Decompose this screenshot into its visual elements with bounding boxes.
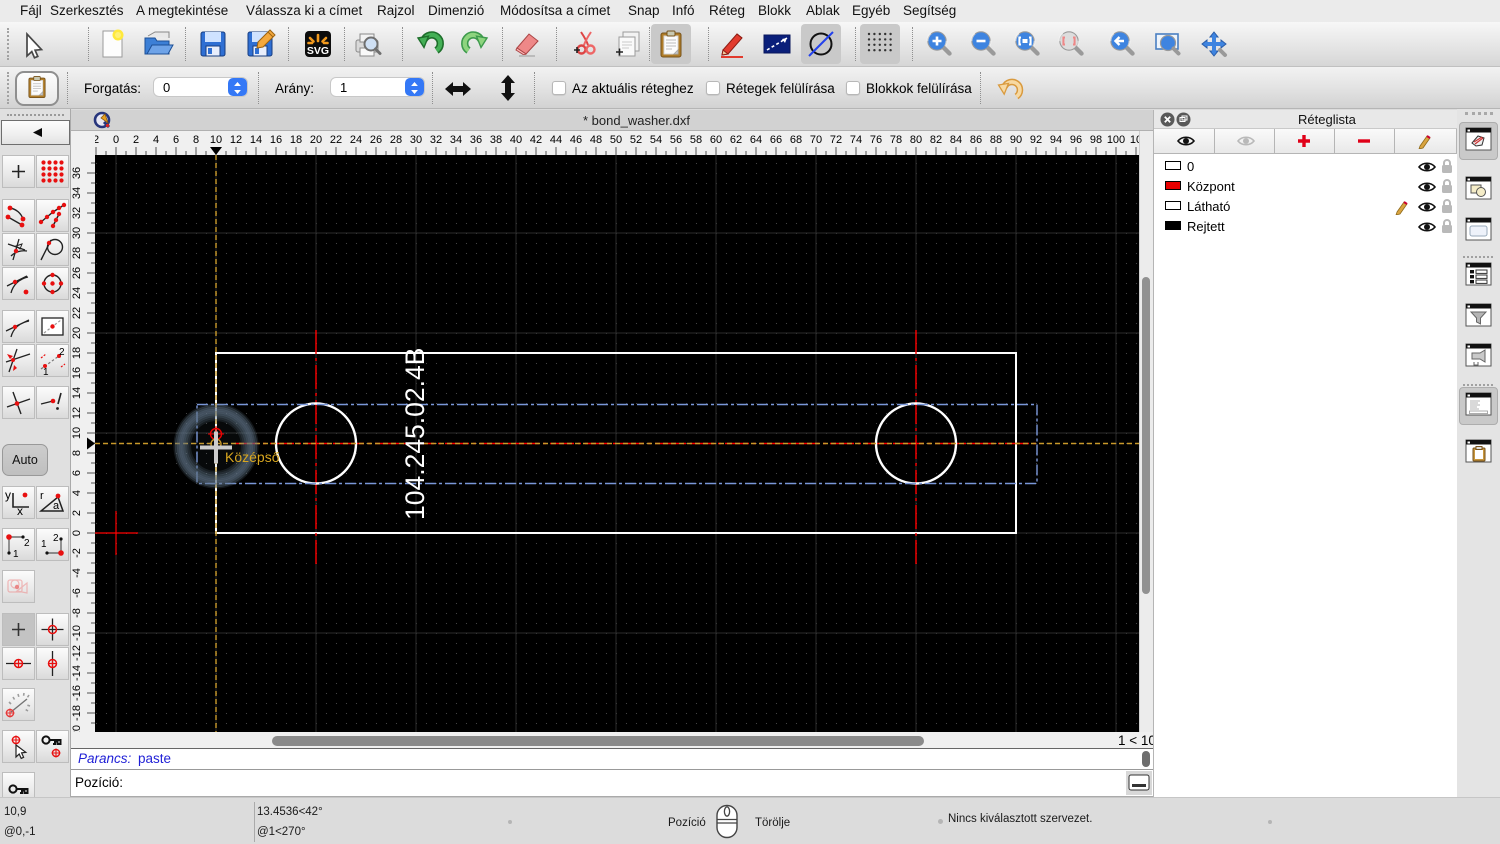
svg-text:14: 14 [71,387,83,399]
svg-text:2: 2 [53,533,59,544]
svg-text:80: 80 [910,134,922,146]
svg-text:2: 2 [133,134,139,146]
svg-text:20: 20 [71,327,83,339]
svg-text:2: 2 [24,538,30,549]
svg-text:28: 28 [71,247,83,259]
svg-text:50: 50 [610,134,622,146]
svg-text:2: 2 [71,510,83,516]
svg-text:-16: -16 [71,685,83,701]
svg-text:1: 1 [41,539,47,550]
svg-text:36: 36 [71,167,83,179]
svg-text:SVG: SVG [307,45,329,57]
svg-text:46: 46 [570,134,582,146]
svg-text:4: 4 [153,134,159,146]
svg-text:16: 16 [71,367,83,379]
svg-text:68: 68 [790,134,802,146]
svg-text:64: 64 [750,134,762,146]
svg-text:54: 54 [650,134,662,146]
svg-text:38: 38 [490,134,502,146]
svg-text:66: 66 [770,134,782,146]
svg-text:44: 44 [550,134,562,146]
svg-text:14: 14 [250,134,262,146]
svg-text:-14: -14 [71,665,83,681]
svg-text:-12: -12 [71,645,83,661]
svg-text:-4: -4 [71,568,83,578]
svg-text:72: 72 [830,134,842,146]
svg-text:100: 100 [1107,134,1125,146]
svg-text:8: 8 [193,134,199,146]
svg-text:104.245.02.4B: 104.245.02.4B [400,348,430,520]
svg-text:r: r [40,490,44,502]
svg-text:0: 0 [113,134,119,146]
svg-text:-10: -10 [71,625,83,641]
svg-text:70: 70 [810,134,822,146]
svg-text:1: 1 [43,367,49,376]
svg-text:a: a [53,500,60,512]
svg-text:62: 62 [730,134,742,146]
svg-text:0: 0 [71,530,83,536]
svg-text:-20: -20 [71,725,83,732]
svg-text:18: 18 [290,134,302,146]
svg-text:18: 18 [71,347,83,359]
svg-text:-6: -6 [71,588,83,598]
svg-text:20: 20 [310,134,322,146]
svg-text:82: 82 [930,134,942,146]
svg-text:-18: -18 [71,705,83,721]
svg-text:90: 90 [1010,134,1022,146]
svg-text:34: 34 [450,134,462,146]
svg-text:94: 94 [1050,134,1062,146]
svg-text:40: 40 [510,134,522,146]
svg-text:6: 6 [71,470,83,476]
svg-text:26: 26 [71,267,83,279]
svg-text:58: 58 [690,134,702,146]
svg-text:22: 22 [71,307,83,319]
svg-text:1: 1 [13,549,19,560]
svg-text:52: 52 [630,134,642,146]
svg-text:12: 12 [230,134,242,146]
svg-text:30: 30 [410,134,422,146]
svg-text:88: 88 [990,134,1002,146]
svg-text:60: 60 [710,134,722,146]
svg-text:2: 2 [59,347,65,358]
svg-text:48: 48 [590,134,602,146]
svg-text:24: 24 [71,287,83,299]
svg-text:-2: -2 [71,548,83,558]
svg-text:76: 76 [870,134,882,146]
svg-text:30: 30 [71,227,83,239]
svg-text:y: y [5,488,11,502]
svg-text:78: 78 [890,134,902,146]
svg-text:10: 10 [210,134,222,146]
svg-text:98: 98 [1090,134,1102,146]
svg-text:36: 36 [470,134,482,146]
svg-text:x: x [17,504,23,518]
svg-text:12: 12 [71,407,83,419]
svg-text:16: 16 [270,134,282,146]
svg-text:22: 22 [330,134,342,146]
svg-text:10: 10 [1130,134,1139,146]
svg-text:74: 74 [850,134,862,146]
svg-text:28: 28 [390,134,402,146]
svg-text:Középső: Középső [225,449,280,465]
svg-text:32: 32 [71,207,83,219]
svg-text:4: 4 [71,490,83,496]
svg-text:56: 56 [670,134,682,146]
svg-text:24: 24 [350,134,362,146]
svg-text:-8: -8 [71,608,83,618]
svg-text:34: 34 [71,187,83,199]
svg-text:42: 42 [530,134,542,146]
svg-text:26: 26 [370,134,382,146]
svg-text:6: 6 [173,134,179,146]
svg-text:92: 92 [1030,134,1042,146]
svg-text:84: 84 [950,134,962,146]
svg-text:96: 96 [1070,134,1082,146]
svg-text:86: 86 [970,134,982,146]
svg-text:32: 32 [430,134,442,146]
svg-text:8: 8 [71,450,83,456]
svg-text:10: 10 [71,427,83,439]
